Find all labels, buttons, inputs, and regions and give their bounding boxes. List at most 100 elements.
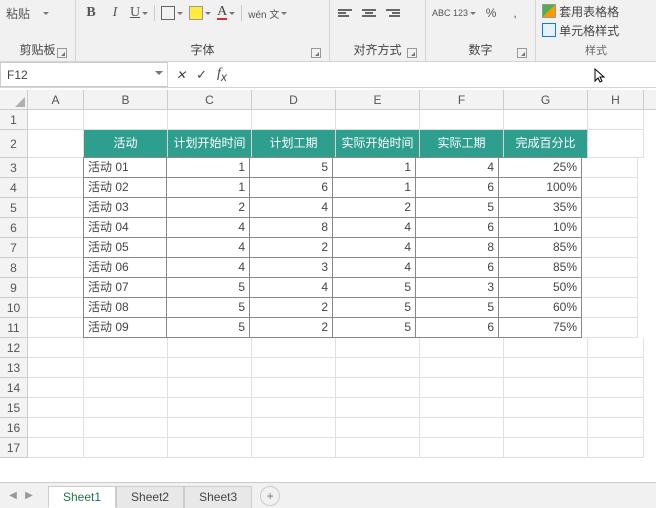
row-header-4[interactable]: 4 — [0, 178, 27, 198]
cell-G8[interactable]: 85% — [498, 257, 582, 278]
row-header-1[interactable]: 1 — [0, 110, 27, 130]
format-as-table-button[interactable]: 套用表格格 — [542, 2, 619, 20]
cell-B2[interactable]: 活动 — [84, 130, 168, 158]
cell-F6[interactable]: 6 — [415, 217, 499, 238]
cell-B16[interactable] — [84, 418, 168, 438]
align-middle-button[interactable] — [360, 4, 378, 22]
row-header-3[interactable]: 3 — [0, 158, 27, 178]
cell-G9[interactable]: 50% — [498, 277, 582, 298]
cell-H7[interactable] — [582, 238, 638, 258]
row-header-12[interactable]: 12 — [0, 338, 27, 358]
font-color-button[interactable]: A — [217, 4, 235, 22]
cell-B15[interactable] — [84, 398, 168, 418]
cell-C5[interactable]: 2 — [166, 197, 250, 218]
cell-H15[interactable] — [588, 398, 644, 418]
tab-nav-next[interactable]: ▶ — [22, 489, 36, 503]
cell-E6[interactable]: 4 — [332, 217, 416, 238]
number-dialog-icon[interactable] — [517, 48, 527, 58]
cell-A13[interactable] — [28, 358, 84, 378]
cell-C15[interactable] — [168, 398, 252, 418]
cell-A11[interactable] — [28, 318, 84, 338]
cell-D17[interactable] — [252, 438, 336, 458]
cell-A2[interactable] — [28, 130, 84, 158]
cell-E9[interactable]: 5 — [332, 277, 416, 298]
cell-H13[interactable] — [588, 358, 644, 378]
cell-H6[interactable] — [582, 218, 638, 238]
cell-H12[interactable] — [588, 338, 644, 358]
cell-A3[interactable] — [28, 158, 84, 178]
cell-D9[interactable]: 4 — [249, 277, 333, 298]
col-header-A[interactable]: A — [28, 90, 84, 109]
select-all-corner[interactable] — [0, 90, 28, 110]
cell-G12[interactable] — [504, 338, 588, 358]
cell-D15[interactable] — [252, 398, 336, 418]
cell-G6[interactable]: 10% — [498, 217, 582, 238]
cell-B3[interactable]: 活动 01 — [83, 157, 167, 178]
font-dialog-icon[interactable] — [311, 48, 321, 58]
cell-H1[interactable] — [588, 110, 644, 130]
cell-B13[interactable] — [84, 358, 168, 378]
cell-G7[interactable]: 85% — [498, 237, 582, 258]
cell-A17[interactable] — [28, 438, 84, 458]
cell-E7[interactable]: 4 — [332, 237, 416, 258]
cancel-icon[interactable]: ✕ — [176, 68, 186, 82]
percent-button[interactable]: % — [482, 4, 500, 22]
sheet-tab-sheet2[interactable]: Sheet2 — [116, 486, 184, 508]
cell-B10[interactable]: 活动 08 — [83, 297, 167, 318]
cell-F2[interactable]: 实际工期 — [420, 130, 504, 158]
cell-C8[interactable]: 4 — [166, 257, 250, 278]
col-header-E[interactable]: E — [336, 90, 420, 109]
cell-A1[interactable] — [28, 110, 84, 130]
cell-D2[interactable]: 计划工期 — [252, 130, 336, 158]
cell-E5[interactable]: 2 — [332, 197, 416, 218]
cell-G14[interactable] — [504, 378, 588, 398]
cell-A15[interactable] — [28, 398, 84, 418]
cell-D8[interactable]: 3 — [249, 257, 333, 278]
cell-H3[interactable] — [582, 158, 638, 178]
cell-D4[interactable]: 6 — [249, 177, 333, 198]
cell-D12[interactable] — [252, 338, 336, 358]
col-header-B[interactable]: B — [84, 90, 168, 109]
paste-dropdown[interactable] — [36, 4, 54, 22]
clipboard-dialog-icon[interactable] — [57, 48, 67, 58]
formula-bar[interactable]: ✕ ✓ fx — [168, 62, 656, 87]
cell-D1[interactable] — [252, 110, 336, 130]
cell-G5[interactable]: 35% — [498, 197, 582, 218]
cell-H14[interactable] — [588, 378, 644, 398]
row-header-6[interactable]: 6 — [0, 218, 27, 238]
row-header-2[interactable]: 2 — [0, 130, 27, 158]
cell-D10[interactable]: 2 — [249, 297, 333, 318]
underline-button[interactable]: U — [130, 4, 148, 22]
cell-A9[interactable] — [28, 278, 84, 298]
cell-H17[interactable] — [588, 438, 644, 458]
row-header-11[interactable]: 11 — [0, 318, 27, 338]
align-top-button[interactable] — [336, 4, 354, 22]
cell-E15[interactable] — [336, 398, 420, 418]
namebox-dropdown-icon[interactable] — [155, 71, 163, 79]
cell-G1[interactable] — [504, 110, 588, 130]
cell-A12[interactable] — [28, 338, 84, 358]
cell-B4[interactable]: 活动 02 — [83, 177, 167, 198]
cell-F13[interactable] — [420, 358, 504, 378]
cell-G11[interactable]: 75% — [498, 317, 582, 338]
cell-D13[interactable] — [252, 358, 336, 378]
cell-B11[interactable]: 活动 09 — [83, 317, 167, 338]
row-header-15[interactable]: 15 — [0, 398, 27, 418]
cell-grid[interactable]: 活动计划开始时间计划工期实际开始时间实际工期完成百分比活动 01151425%活… — [28, 110, 656, 458]
cell-F11[interactable]: 6 — [415, 317, 499, 338]
row-header-8[interactable]: 8 — [0, 258, 27, 278]
cell-E1[interactable] — [336, 110, 420, 130]
col-header-D[interactable]: D — [252, 90, 336, 109]
cell-C3[interactable]: 1 — [166, 157, 250, 178]
cell-E4[interactable]: 1 — [332, 177, 416, 198]
cell-B8[interactable]: 活动 06 — [83, 257, 167, 278]
number-format-dropdown[interactable]: ABC 123 — [432, 4, 476, 22]
cell-D7[interactable]: 2 — [249, 237, 333, 258]
cell-F16[interactable] — [420, 418, 504, 438]
cell-A8[interactable] — [28, 258, 84, 278]
col-header-H[interactable]: H — [588, 90, 644, 109]
cell-C13[interactable] — [168, 358, 252, 378]
cell-E14[interactable] — [336, 378, 420, 398]
col-header-F[interactable]: F — [420, 90, 504, 109]
cell-F17[interactable] — [420, 438, 504, 458]
